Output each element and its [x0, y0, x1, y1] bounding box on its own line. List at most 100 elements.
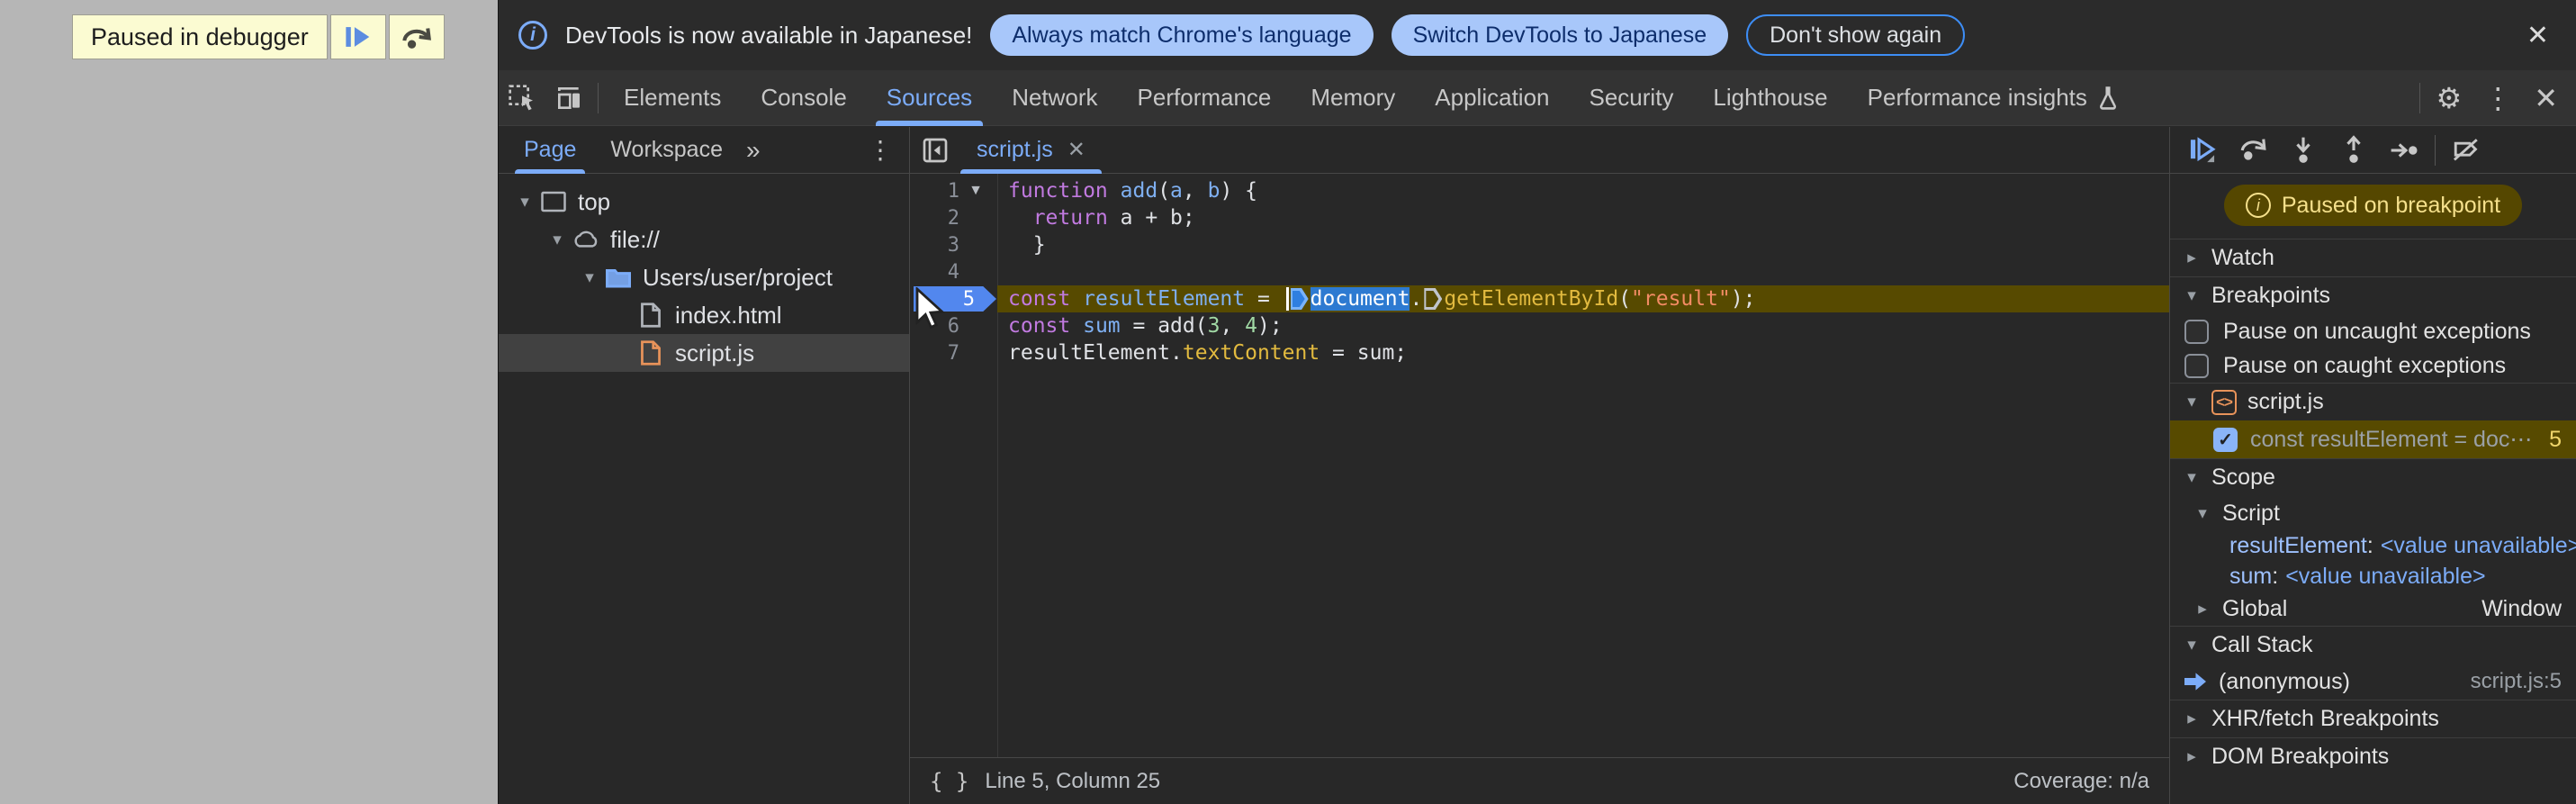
device-toolbar-icon[interactable]	[545, 70, 592, 126]
deactivate-breakpoints-icon[interactable]	[2441, 127, 2491, 174]
navigator-tab-workspace[interactable]: Workspace	[601, 127, 732, 174]
gutter-line-4[interactable]: 4	[910, 258, 997, 285]
tab-lighthouse[interactable]: Lighthouse	[1693, 70, 1847, 126]
tree-item-index-html[interactable]: index.html	[499, 296, 909, 334]
gutter-line-1[interactable]: 1 ▼	[910, 177, 997, 204]
gutter-line-3[interactable]: 3	[910, 231, 997, 258]
chevron-down-icon[interactable]: ▾	[576, 267, 603, 288]
dont-show-again-button[interactable]: Don't show again	[1746, 14, 1966, 56]
more-options-icon[interactable]: ⋮	[2472, 81, 2523, 115]
tab-network[interactable]: Network	[992, 70, 1117, 126]
tab-security[interactable]: Security	[1570, 70, 1694, 126]
toggle-navigator-icon[interactable]	[910, 127, 960, 174]
gutter-line-2[interactable]: 2	[910, 204, 997, 231]
cursor-position: Line 5, Column 25	[985, 768, 1161, 793]
code-line-6[interactable]: 6 const sum = add(3, 4);	[910, 312, 2169, 339]
scope-script-subsection[interactable]: ▾ Script	[2170, 496, 2576, 530]
chevron-right-icon: ▸	[2187, 709, 2196, 728]
overlay-resume-button[interactable]	[329, 14, 386, 59]
xhr-breakpoints-label: XHR/fetch Breakpoints	[2211, 706, 2439, 731]
chevron-down-icon: ▾	[2187, 636, 2196, 655]
tab-console[interactable]: Console	[741, 70, 866, 126]
tree-item-label: file://	[610, 225, 660, 253]
more-tabs-icon[interactable]: »	[746, 136, 761, 165]
scope-section-header[interactable]: ▾ Scope	[2170, 458, 2576, 496]
code-text: const sum = add(3, 4);	[997, 312, 1283, 339]
chevron-down-icon[interactable]: ▾	[511, 192, 538, 212]
pause-uncaught-exceptions-row[interactable]: Pause on uncaught exceptions	[2170, 314, 2576, 348]
notification-close-icon[interactable]: ✕	[2519, 20, 2556, 51]
tab-elements[interactable]: Elements	[604, 70, 741, 126]
breakpoint-execution-marker[interactable]: 5	[914, 286, 996, 312]
uncaught-exceptions-checkbox[interactable]	[2184, 319, 2209, 344]
tab-sources[interactable]: Sources	[867, 70, 992, 126]
resume-icon	[343, 23, 374, 50]
tab-close-icon[interactable]: ✕	[1067, 137, 1085, 163]
paused-on-breakpoint-badge: i Paused on breakpoint	[2223, 185, 2523, 226]
navigator-tab-page[interactable]: Page	[515, 127, 586, 174]
step-over-icon[interactable]	[2228, 127, 2278, 174]
caught-exceptions-checkbox[interactable]	[2184, 353, 2209, 378]
editor-tab-scriptjs[interactable]: script.js ✕	[960, 127, 1102, 174]
gutter-line-6[interactable]: 6	[910, 312, 997, 339]
step-out-icon[interactable]	[2328, 127, 2379, 174]
tree-item-users-user-project[interactable]: ▾ Users/user/project	[499, 258, 909, 296]
call-stack-section-header[interactable]: ▾ Call Stack	[2170, 626, 2576, 664]
tab-memory[interactable]: Memory	[1291, 70, 1415, 126]
settings-gear-icon[interactable]: ⚙	[2426, 81, 2473, 115]
navigator-more-options-icon[interactable]: ⋮	[857, 135, 904, 165]
breakpoint-file-group[interactable]: ▾ <> script.js	[2170, 383, 2576, 420]
scope-global-row[interactable]: ▸ Global Window	[2170, 592, 2576, 626]
paused-banner-label: Paused in debugger	[72, 14, 328, 59]
gutter-line-5[interactable]: 5	[910, 285, 997, 312]
code-text: return a + b;	[997, 204, 1195, 231]
tree-item-label: index.html	[675, 301, 782, 329]
devtools-close-icon[interactable]: ✕	[2523, 81, 2569, 115]
code-line-5[interactable]: 5 const resultElement = document. getEleme…	[910, 285, 2169, 312]
tab-performance[interactable]: Performance	[1118, 70, 1292, 126]
tab-performance-insights[interactable]: Performance insights	[1848, 70, 2139, 126]
resume-script-icon[interactable]	[2177, 127, 2228, 174]
dom-breakpoints-section-header[interactable]: ▸ DOM Breakpoints	[2170, 737, 2576, 775]
scope-variable-row[interactable]: sum: <value unavailable>	[2170, 561, 2576, 592]
watch-section-header[interactable]: ▸ Watch	[2170, 239, 2576, 276]
xhr-breakpoints-section-header[interactable]: ▸ XHR/fetch Breakpoints	[2170, 700, 2576, 737]
code-line-4[interactable]: 4	[910, 258, 2169, 285]
tree-item-script-js[interactable]: script.js	[499, 334, 909, 372]
global-scope-value: Window	[2481, 595, 2562, 621]
editor-tab-bar: script.js ✕	[910, 127, 2169, 174]
code-line-2[interactable]: 2 return a + b;	[910, 204, 2169, 231]
code-line-7[interactable]: 7 resultElement. textContent = sum;	[910, 339, 2169, 366]
tab-label: Elements	[624, 84, 722, 111]
breakpoint-checkbox[interactable]: ✓	[2213, 427, 2238, 452]
breakpoint-entry[interactable]: ✓ const resultElement = doc⋯ 5	[2170, 420, 2576, 458]
chevron-down-icon[interactable]: ▾	[544, 230, 571, 250]
tree-item-file[interactable]: ▾ file://	[499, 221, 909, 258]
call-stack-frame[interactable]: (anonymous) script.js:5	[2170, 664, 2576, 700]
gutter-line-7[interactable]: 7	[910, 339, 997, 366]
code-editor[interactable]: 1 ▼ function add(a, b) {2 return a + b; 3 }…	[910, 174, 2169, 757]
code-token: a	[1170, 179, 1183, 203]
code-token: resultElement	[1083, 287, 1246, 311]
screen: Paused in debugger i DevTools is now ava…	[0, 0, 2576, 804]
scope-variable-row[interactable]: resultElement: <value unavailable>	[2170, 530, 2576, 561]
fold-arrow-icon[interactable]: ▼	[959, 183, 992, 199]
overlay-step-over-button[interactable]	[388, 14, 445, 59]
breakpoints-section-header[interactable]: ▾ Breakpoints	[2170, 276, 2576, 314]
always-match-language-button[interactable]: Always match Chrome's language	[990, 14, 1374, 56]
code-line-1[interactable]: 1 ▼ function add(a, b) {	[910, 177, 2169, 204]
pause-caught-exceptions-row[interactable]: Pause on caught exceptions	[2170, 348, 2576, 383]
inspect-element-icon[interactable]	[499, 70, 545, 126]
info-icon: i	[518, 21, 547, 50]
switch-to-japanese-button[interactable]: Switch DevTools to Japanese	[1391, 14, 1729, 56]
step-icon[interactable]	[2379, 127, 2429, 174]
tree-item-top[interactable]: ▾ top	[499, 183, 909, 221]
code-text: const resultElement = document. getElemen…	[997, 285, 2169, 312]
tab-application[interactable]: Application	[1415, 70, 1569, 126]
variable-name: resultElement	[2229, 532, 2367, 558]
code-line-3[interactable]: 3 }	[910, 231, 2169, 258]
step-into-icon[interactable]	[2278, 127, 2328, 174]
pretty-print-icon[interactable]: { }	[930, 769, 968, 794]
